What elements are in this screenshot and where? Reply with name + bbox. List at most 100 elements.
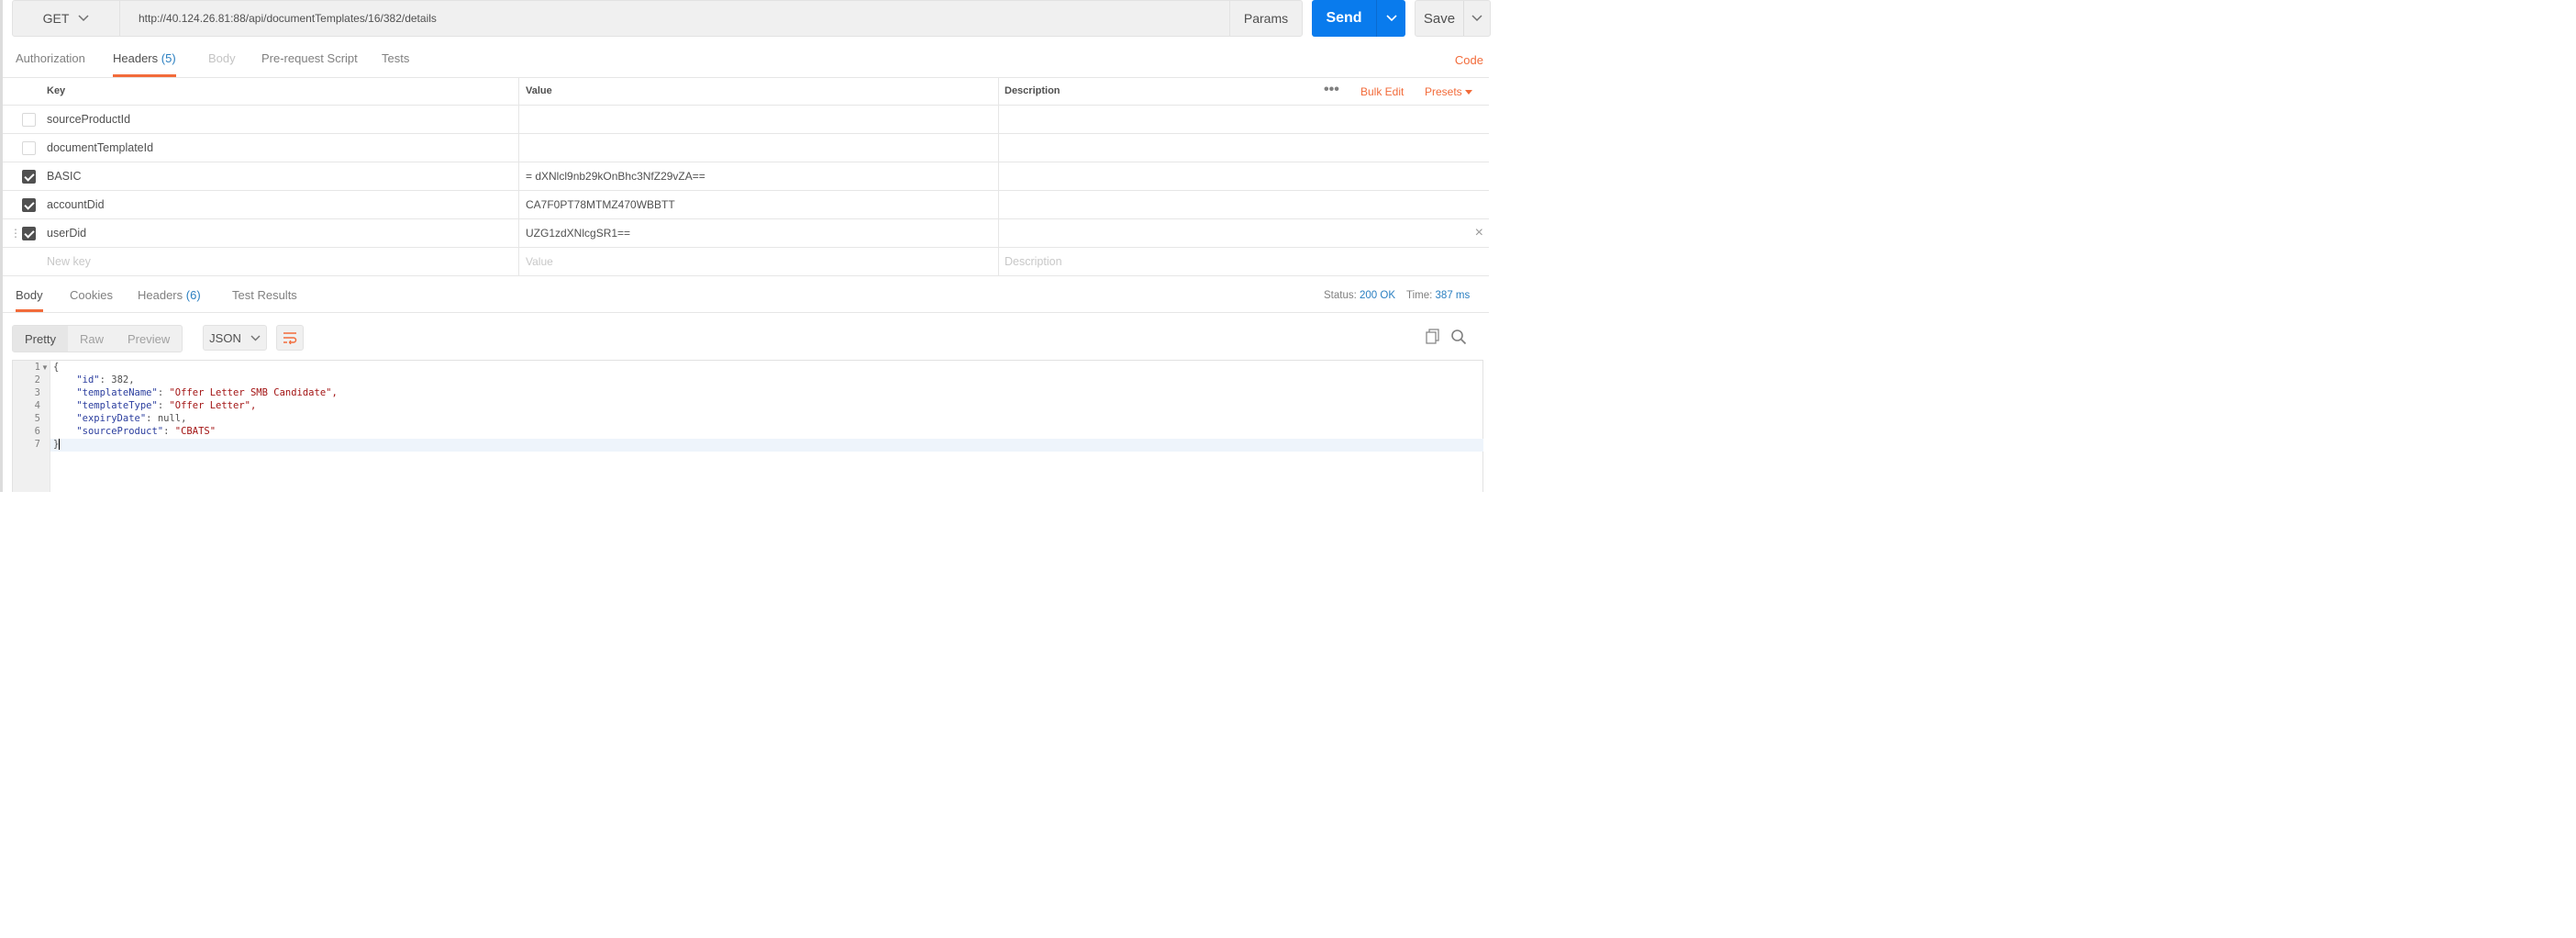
column-key: Key	[47, 85, 66, 96]
send-dropdown[interactable]	[1377, 15, 1405, 22]
json-value: null,	[157, 413, 187, 424]
send-button[interactable]: Send	[1312, 0, 1405, 37]
tab-prerequest-script[interactable]: Pre-request Script	[261, 51, 358, 77]
tab-tests[interactable]: Tests	[382, 51, 409, 77]
line-number: 3	[34, 387, 40, 398]
wrap-lines-icon	[283, 332, 297, 344]
header-key[interactable]: sourceProductId	[47, 113, 130, 126]
url-text: http://40.124.26.81:88/api/documentTempl…	[139, 12, 437, 25]
save-label: Save	[1423, 10, 1456, 27]
tab-body[interactable]: Body	[208, 51, 236, 77]
header-row[interactable]: ⋮⋮ userDid UZG1zdXNlcgSR1== ×	[3, 219, 1489, 248]
response-body-editor[interactable]: 1 ▼ 2 3 4 5 6 7 { "id": 382, "templateNa…	[12, 360, 1483, 492]
new-description-input[interactable]: Description	[1005, 255, 1062, 268]
copy-icon[interactable]	[1425, 329, 1441, 350]
response-toolbar: Pretty Raw Preview JSON	[3, 318, 1489, 354]
header-key[interactable]: accountDid	[47, 198, 105, 211]
method-label: GET	[42, 11, 70, 26]
tab-response-headers-count: (6)	[185, 288, 201, 302]
code-line: {	[53, 362, 59, 373]
line-number: 5	[34, 413, 40, 424]
code-line: "templateName": "Offer Letter SMB Candid…	[76, 387, 338, 398]
header-row[interactable]: sourceProductId	[3, 106, 1489, 134]
chevron-down-icon	[1471, 15, 1482, 22]
header-key[interactable]: userDid	[47, 227, 86, 240]
params-button[interactable]: Params	[1229, 0, 1303, 37]
header-checkbox[interactable]	[22, 113, 36, 127]
json-key: "templateType"	[76, 400, 158, 411]
time-value: 387 ms	[1435, 290, 1471, 301]
column-divider	[518, 191, 519, 218]
pretty-button[interactable]: Pretty	[13, 326, 68, 352]
active-line-highlight	[50, 439, 1483, 452]
raw-button[interactable]: Raw	[68, 326, 116, 352]
chevron-down-icon	[78, 15, 89, 22]
tab-response-body[interactable]: Body	[16, 288, 43, 312]
column-divider	[518, 134, 519, 162]
header-row[interactable]: documentTemplateId	[3, 134, 1489, 162]
line-number: 1	[34, 362, 40, 373]
json-key: "expiryDate"	[76, 413, 147, 424]
save-dropdown[interactable]	[1464, 15, 1490, 22]
tab-response-headers[interactable]: Headers (6)	[138, 288, 201, 312]
column-divider	[998, 134, 999, 162]
header-value[interactable]: CA7F0PT78MTMZ470WBBTT	[526, 198, 675, 211]
save-button[interactable]: Save	[1415, 0, 1491, 37]
json-key: "templateName"	[76, 387, 158, 398]
wrap-lines-button[interactable]	[276, 325, 304, 351]
column-divider	[998, 219, 999, 247]
tab-response-headers-label: Headers	[138, 288, 183, 302]
json-key: "sourceProduct"	[76, 426, 164, 437]
header-value[interactable]: UZG1zdXNlcgSR1==	[526, 227, 630, 240]
tab-headers-label: Headers	[113, 51, 159, 65]
preview-button[interactable]: Preview	[116, 326, 182, 352]
bulk-edit-link[interactable]: Bulk Edit	[1360, 85, 1404, 98]
header-key[interactable]: BASIC	[47, 170, 82, 183]
header-value[interactable]: = dXNlcl9nb29kOnBhc3NfZ29vZA==	[526, 170, 705, 183]
new-value-input[interactable]: Value	[526, 255, 553, 268]
caret-down-icon	[1465, 90, 1473, 95]
code-line: "sourceProduct": "CBATS"	[76, 426, 217, 437]
fold-arrow-icon[interactable]: ▼	[41, 363, 49, 372]
time-readout: Time: 387 ms	[1406, 290, 1470, 301]
view-mode-group: Pretty Raw Preview	[12, 325, 183, 352]
new-key-input[interactable]: New key	[47, 255, 91, 268]
header-row[interactable]: BASIC = dXNlcl9nb29kOnBhc3NfZ29vZA==	[3, 162, 1489, 191]
chevron-down-icon	[1385, 15, 1397, 22]
code-link[interactable]: Code	[1455, 53, 1483, 67]
url-input[interactable]: http://40.124.26.81:88/api/documentTempl…	[119, 0, 1238, 37]
status-readout: Status: 200 OK	[1324, 290, 1395, 301]
tab-test-results[interactable]: Test Results	[232, 288, 297, 312]
column-divider	[518, 248, 519, 275]
tab-cookies[interactable]: Cookies	[70, 288, 113, 312]
tab-authorization[interactable]: Authorization	[16, 51, 85, 77]
column-divider	[998, 106, 999, 133]
text-cursor	[59, 439, 61, 450]
presets-dropdown[interactable]: Presets	[1425, 85, 1473, 98]
header-checkbox[interactable]	[22, 227, 36, 240]
code-line: "id": 382,	[76, 374, 135, 385]
more-options-icon[interactable]: •••	[1324, 82, 1339, 98]
header-row[interactable]: accountDid CA7F0PT78MTMZ470WBBTT	[3, 191, 1489, 219]
new-header-row[interactable]: New key Value Description	[3, 248, 1489, 276]
column-divider	[518, 219, 519, 247]
json-value: "Offer Letter SMB Candidate",	[169, 387, 338, 398]
format-select[interactable]: JSON	[203, 325, 267, 351]
search-icon[interactable]	[1450, 329, 1467, 350]
method-select[interactable]: GET	[12, 0, 120, 37]
postman-window: GET http://40.124.26.81:88/api/documentT…	[0, 0, 1491, 492]
json-value: "Offer Letter",	[169, 400, 257, 411]
request-bar: GET http://40.124.26.81:88/api/documentT…	[12, 0, 1491, 39]
header-checkbox[interactable]	[22, 170, 36, 184]
header-key[interactable]: documentTemplateId	[47, 141, 153, 154]
headers-table: Key Value Description ••• Bulk Edit Pres…	[3, 77, 1489, 276]
header-checkbox[interactable]	[22, 198, 36, 212]
header-checkbox[interactable]	[22, 141, 36, 155]
column-divider	[998, 77, 999, 105]
tab-headers[interactable]: Headers (5)	[113, 51, 176, 77]
headers-table-header: Key Value Description ••• Bulk Edit Pres…	[3, 77, 1489, 106]
close-icon[interactable]: ×	[1475, 225, 1483, 241]
chevron-down-icon	[250, 335, 261, 341]
code-line: "expiryDate": null,	[76, 413, 187, 424]
json-brace: {	[53, 362, 60, 373]
